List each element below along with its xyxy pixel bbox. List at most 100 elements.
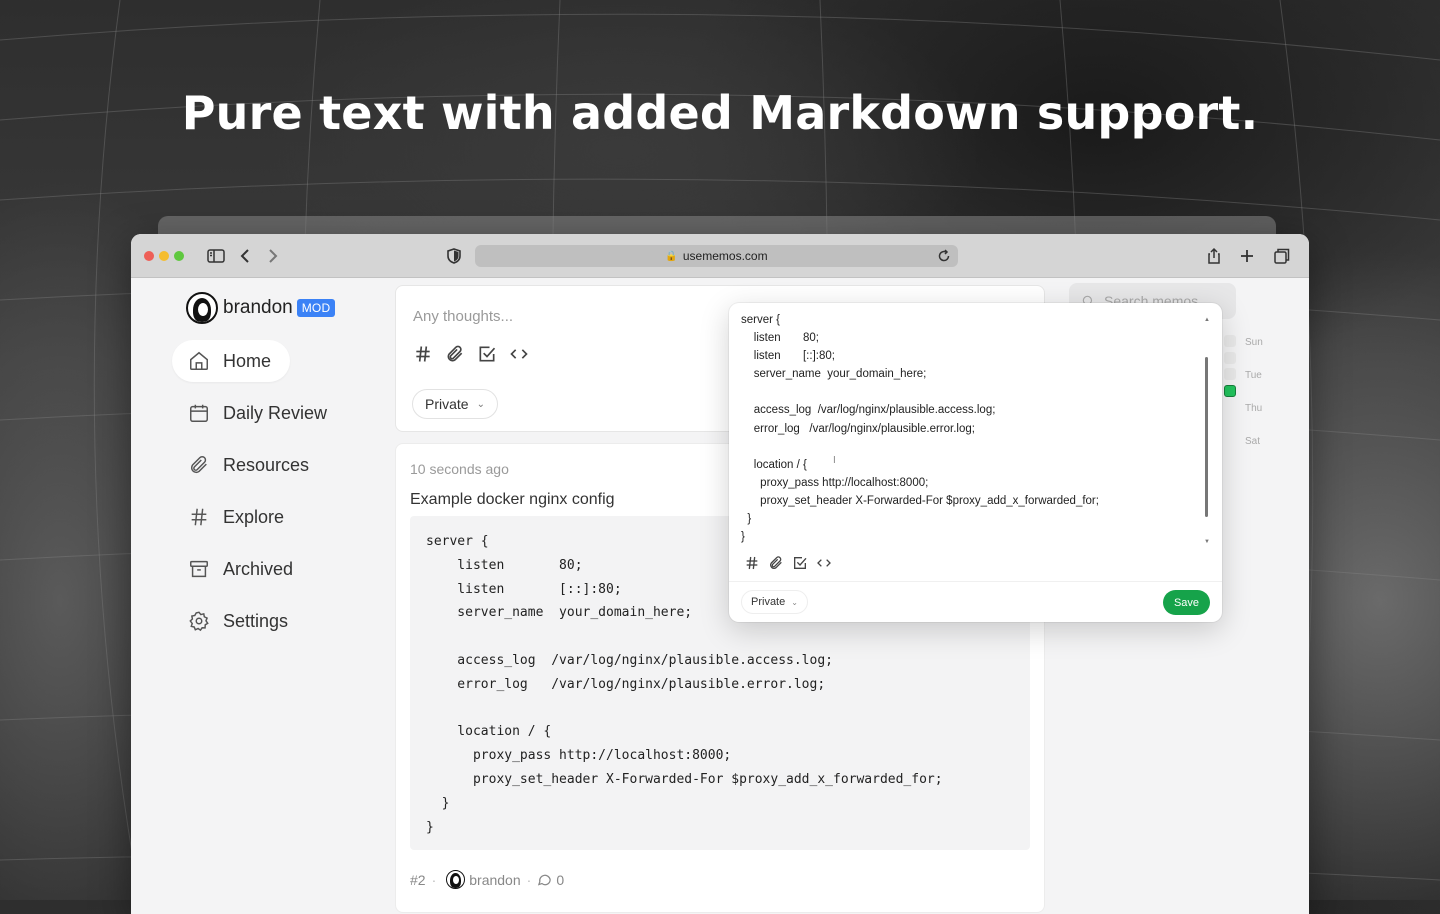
- activity-heatmap: [1224, 335, 1236, 401]
- reload-icon[interactable]: [936, 248, 952, 264]
- separator: ·: [431, 871, 437, 888]
- address-bar[interactable]: 🔒 usememos.com: [475, 245, 958, 267]
- editor-line: listen [::]:80;: [741, 350, 835, 363]
- visibility-select[interactable]: Private ⌄: [412, 389, 498, 419]
- code-line: proxy_pass http://localhost:8000;: [426, 748, 732, 764]
- memo-editor-popover: server { listen 80; listen [::]:80; serv…: [729, 303, 1222, 622]
- browser-toolbar: 🔒 usememos.com: [131, 234, 1309, 278]
- memo-id[interactable]: #2: [410, 872, 426, 888]
- home-icon: [190, 351, 208, 370]
- text-cursor-icon: I: [833, 455, 836, 466]
- comment-count: 0: [556, 871, 565, 888]
- memo-author[interactable]: brandon: [469, 872, 520, 888]
- back-icon[interactable]: [236, 246, 256, 266]
- editor-line: }: [741, 531, 745, 544]
- code-line: location / {: [426, 724, 552, 740]
- editor-line: access_log /var/log/nginx/plausible.acce…: [741, 404, 996, 417]
- sidebar-item-label: Home: [223, 350, 272, 371]
- checkbox-icon[interactable]: [792, 555, 808, 571]
- avatar: [446, 870, 466, 889]
- scroll-down-icon[interactable]: ▼: [1204, 539, 1210, 545]
- sidebar-item-resources[interactable]: Resources: [172, 444, 372, 486]
- heatmap-cell[interactable]: [1224, 335, 1236, 347]
- sidebar-item-label: Archived: [223, 558, 294, 579]
- visibility-value: Private: [425, 396, 469, 412]
- share-icon[interactable]: [1204, 246, 1224, 266]
- privacy-shield-icon[interactable]: [444, 246, 464, 266]
- sidebar-item-archived[interactable]: Archived: [172, 548, 372, 590]
- hash-icon: [191, 508, 207, 526]
- editor-line: location / {: [741, 458, 807, 471]
- app-page: brandon MOD Home Daily Review Resources …: [131, 278, 1309, 914]
- scroll-up-icon[interactable]: ▲: [1204, 317, 1210, 323]
- day-label: Sat: [1245, 436, 1261, 447]
- heatmap-cell[interactable]: [1224, 351, 1236, 364]
- code-icon[interactable]: [816, 555, 832, 571]
- gear-icon: [189, 611, 209, 632]
- divider: [729, 581, 1222, 582]
- editor-textarea[interactable]: server { listen 80; listen [::]:80; serv…: [741, 311, 1201, 546]
- tab-overview-icon[interactable]: [1272, 246, 1292, 266]
- memo-title: Example docker nginx config: [410, 491, 615, 508]
- browser-window: 🔒 usememos.com brandon MOD Home Daily Re…: [131, 234, 1309, 914]
- visibility-value: Private: [751, 596, 786, 608]
- role-badge: MOD: [296, 299, 336, 317]
- forward-icon[interactable]: [262, 246, 282, 266]
- code-line: error_log /var/log/nginx/plausible.error…: [426, 676, 826, 692]
- editor-scrollbar[interactable]: ▲ ▼: [1204, 317, 1210, 545]
- editor-line: proxy_set_header X-Forwarded-For $proxy_…: [741, 494, 1099, 507]
- editor-line: }: [741, 513, 752, 526]
- chevron-down-icon: ⌄: [476, 398, 485, 410]
- code-line: }: [426, 795, 450, 811]
- separator: ·: [526, 871, 532, 888]
- sidebar-item-explore[interactable]: Explore: [172, 496, 372, 538]
- comment-icon[interactable]: [537, 872, 552, 887]
- chevron-down-icon: ⌄: [791, 597, 798, 607]
- scrollbar-thumb[interactable]: [1205, 357, 1208, 517]
- code-line: proxy_set_header X-Forwarded-For $proxy_…: [426, 771, 943, 787]
- url-text: usememos.com: [682, 249, 768, 263]
- editor-line: error_log /var/log/nginx/plausible.error…: [741, 422, 975, 435]
- sidebar-item-settings[interactable]: Settings: [172, 600, 372, 642]
- day-label: Sun: [1245, 337, 1263, 348]
- editor-visibility-select[interactable]: Private ⌄: [741, 590, 808, 614]
- sidebar-item-label: Explore: [223, 506, 285, 527]
- code-line: access_log /var/log/nginx/plausible.acce…: [426, 652, 833, 668]
- attachment-icon[interactable]: [768, 555, 784, 571]
- sidebar-item-home[interactable]: Home: [172, 340, 290, 382]
- checkbox-icon[interactable]: [477, 344, 497, 364]
- editor-line: server {: [741, 314, 780, 326]
- memo-footer: #2 · brandon · 0: [410, 870, 564, 889]
- tag-hash-icon[interactable]: [413, 344, 433, 364]
- zoom-window-button[interactable]: [174, 251, 184, 261]
- editor-toolbar: [744, 555, 832, 571]
- attachment-icon[interactable]: [445, 344, 465, 364]
- day-label: Tue: [1245, 370, 1262, 381]
- username: brandon: [223, 297, 293, 318]
- sidebar-toggle-icon[interactable]: [206, 246, 226, 266]
- heatmap-cell-active[interactable]: [1224, 384, 1236, 397]
- composer-input[interactable]: Any thoughts...: [413, 308, 513, 325]
- headline: Pure text with added Markdown support.: [181, 86, 1259, 140]
- save-button[interactable]: Save: [1163, 590, 1210, 615]
- minimize-window-button[interactable]: [159, 251, 169, 261]
- close-window-button[interactable]: [144, 251, 154, 261]
- memo-timestamp: 10 seconds ago: [410, 461, 509, 477]
- code-line: }: [426, 819, 434, 835]
- user-profile[interactable]: brandon MOD: [186, 292, 336, 324]
- day-label: Thu: [1245, 403, 1263, 414]
- editor-line: listen 80;: [741, 332, 819, 345]
- code-icon[interactable]: [509, 344, 529, 364]
- editor-line: proxy_pass http://localhost:8000;: [741, 476, 929, 489]
- heatmap-cell[interactable]: [1224, 368, 1236, 380]
- new-tab-icon[interactable]: [1237, 246, 1257, 266]
- archive-icon: [190, 560, 208, 578]
- tag-hash-icon[interactable]: [744, 555, 760, 571]
- sidebar-item-label: Settings: [223, 610, 289, 631]
- sidebar-item-daily-review[interactable]: Daily Review: [172, 392, 372, 434]
- lock-icon: 🔒: [665, 250, 678, 262]
- editor-line: server_name your_domain_here;: [741, 368, 927, 381]
